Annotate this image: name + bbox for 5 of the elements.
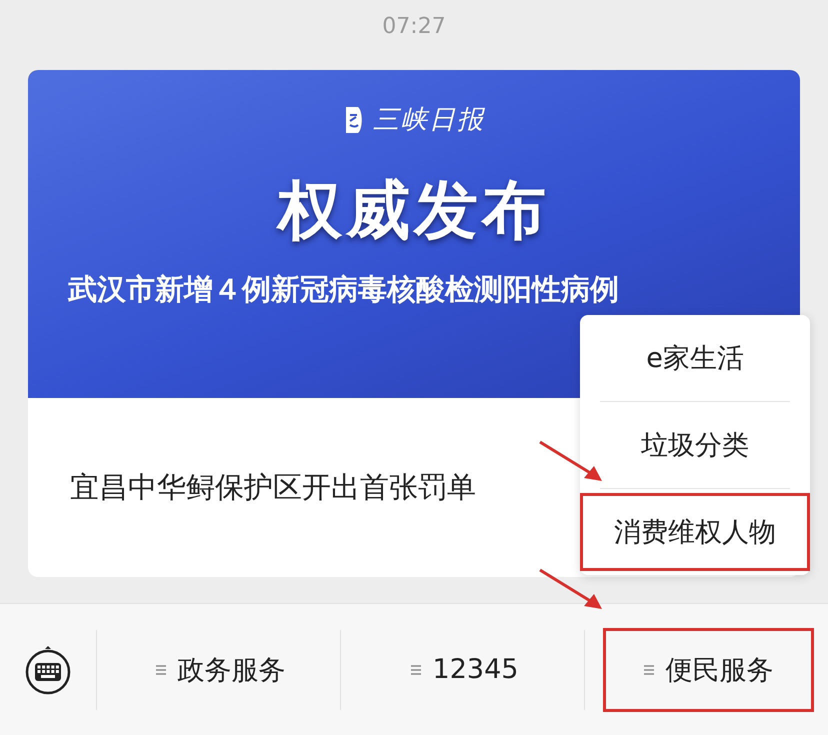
newspaper-logo: 三峡日报 (373, 104, 485, 137)
article-title: 宜昌中华鲟保护区开出首张罚单 (70, 468, 476, 506)
banner-headline: 权威发布 (278, 173, 550, 250)
news-title: 武汉市新增４例新冠病毒核酸检测阳性病例 (66, 271, 620, 308)
time: 07:27 (381, 12, 447, 40)
